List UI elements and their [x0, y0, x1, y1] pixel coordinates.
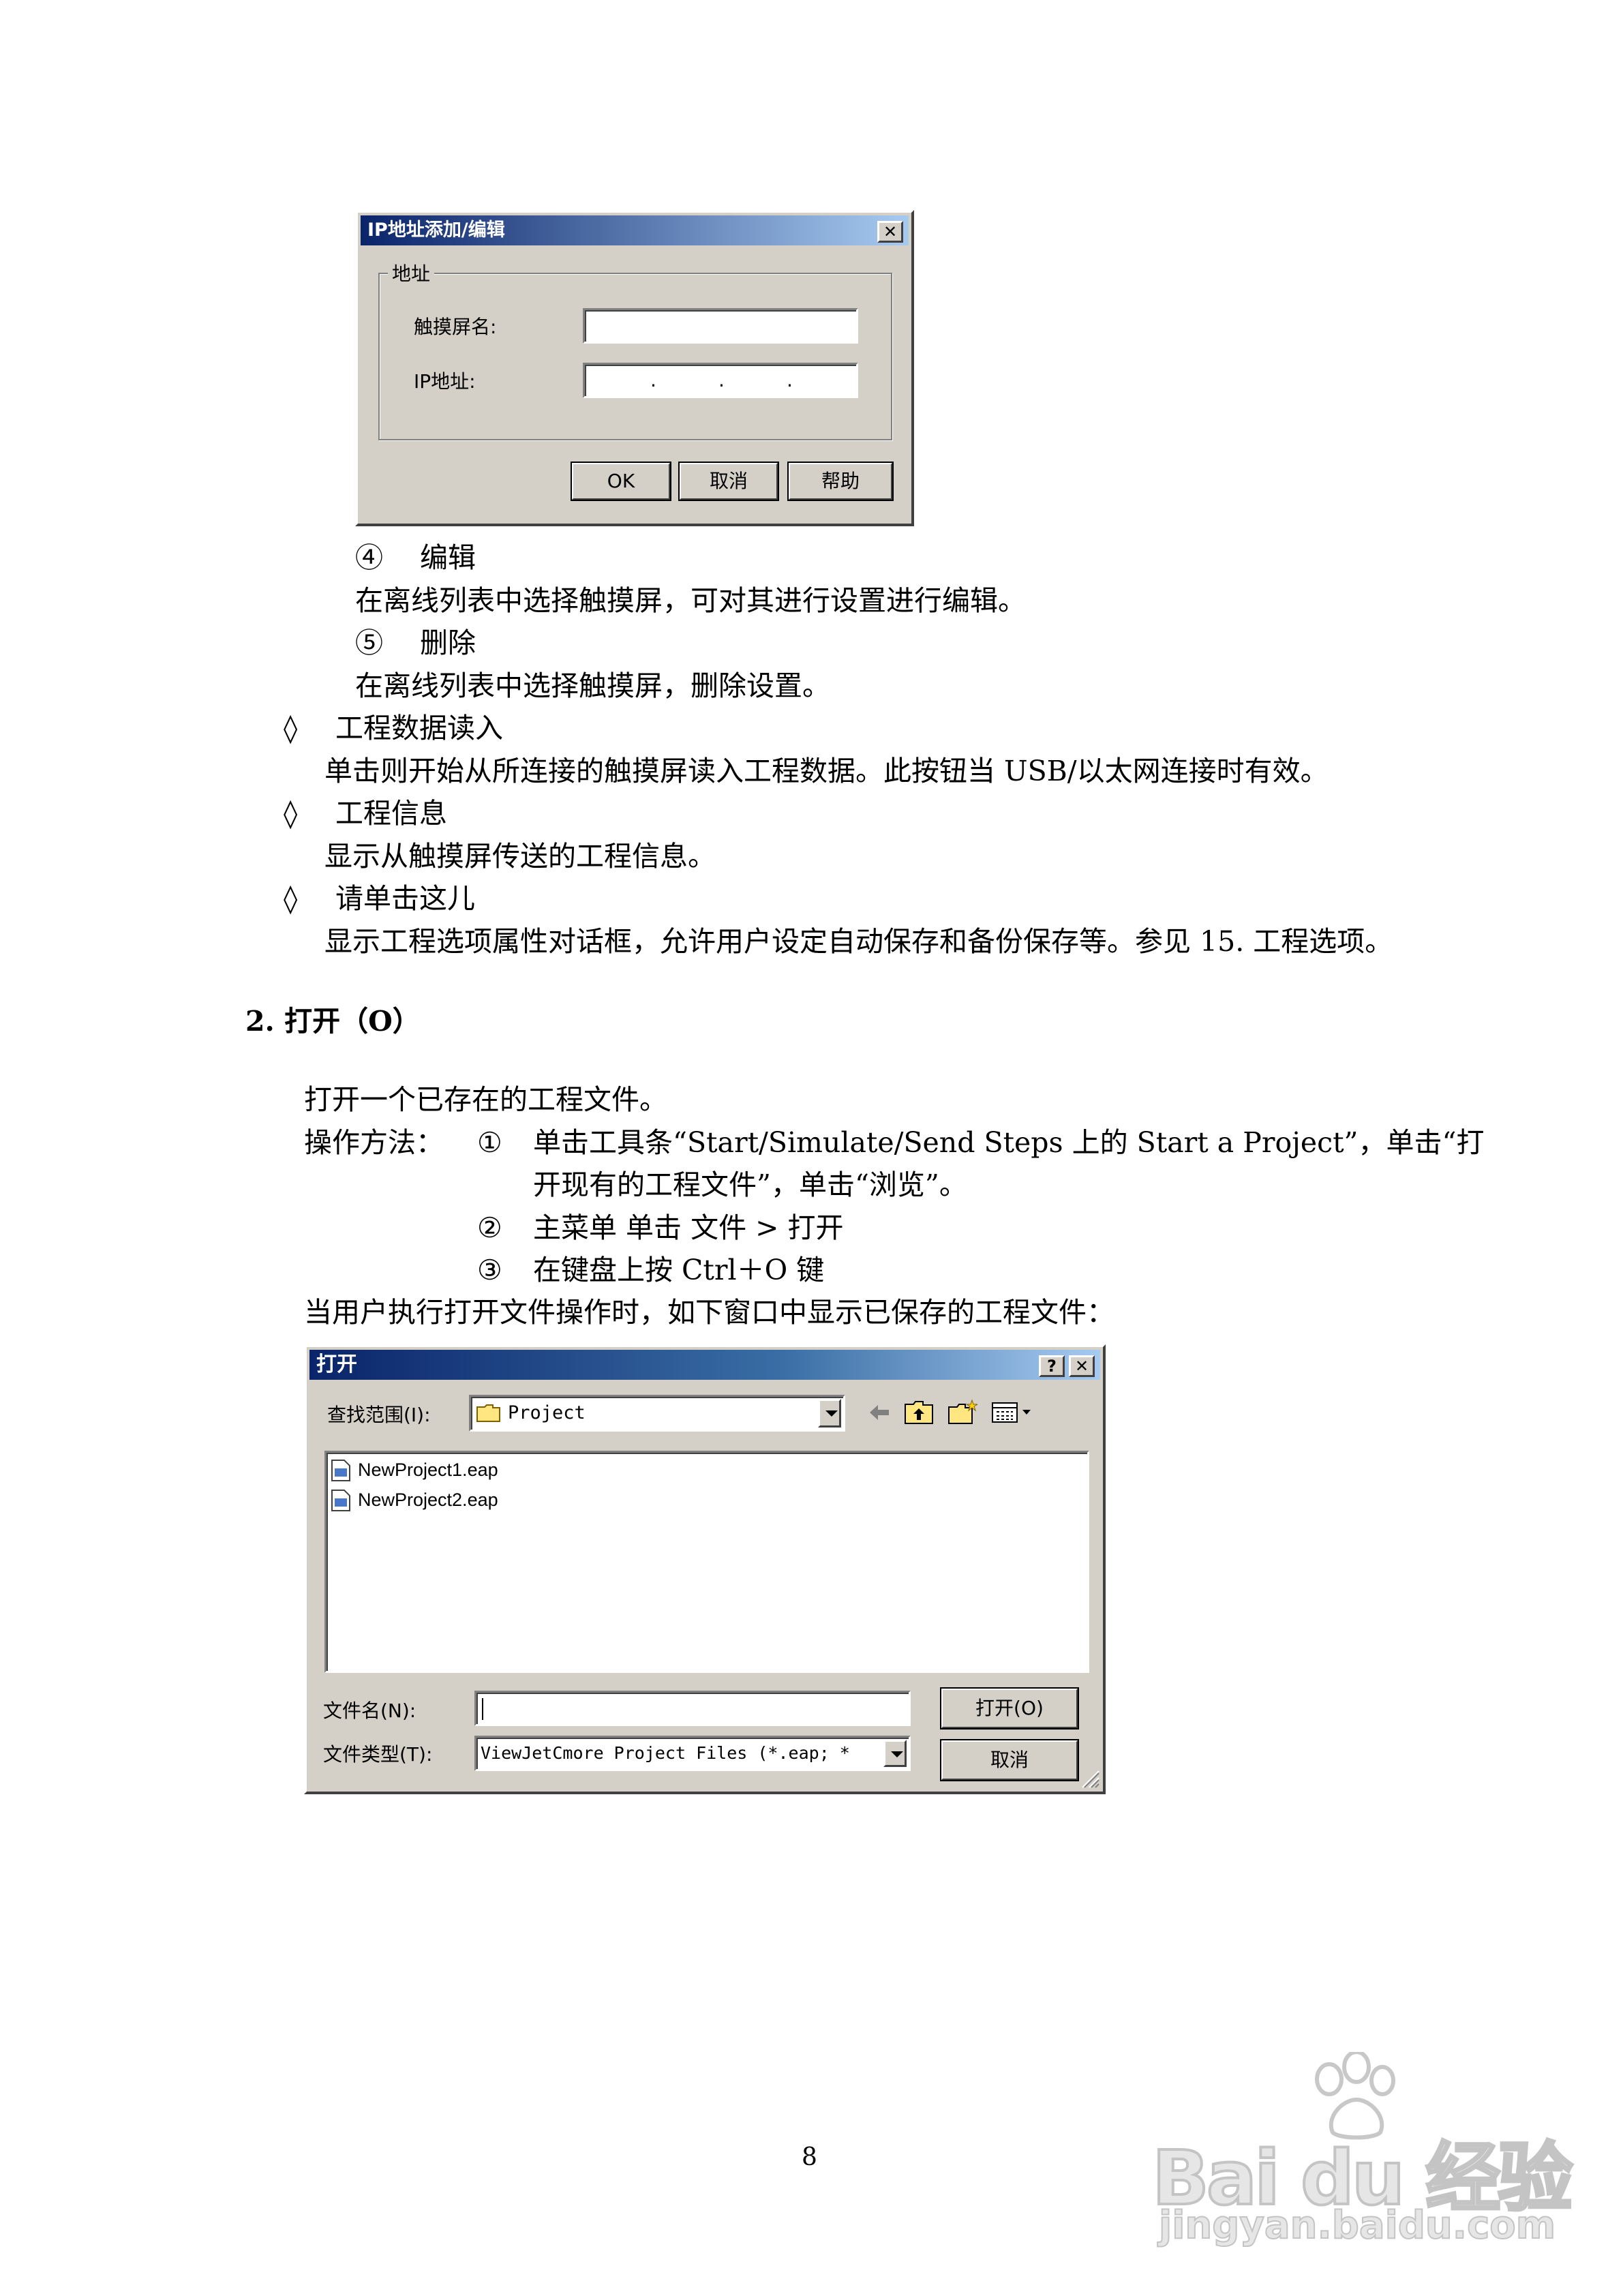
ip-dialog-title: IP地址添加/编辑 — [367, 220, 505, 241]
ip-dot: . — [787, 369, 793, 391]
filename-label: 文件名(N): — [323, 1700, 416, 1722]
open-file-dialog: 打开 ? ✕ 查找范围(I): Project NewProject1.eap … — [304, 1344, 1106, 1794]
new-folder-icon[interactable] — [947, 1399, 977, 1426]
step-text: 在键盘上按 Ctrl＋O 键 — [533, 1254, 825, 1286]
resize-grip-icon[interactable] — [1078, 1767, 1100, 1789]
file-list[interactable]: NewProject1.eap NewProject2.eap — [324, 1451, 1089, 1673]
bullet-title-project-info: 工程信息 — [335, 797, 447, 830]
ip-address-dialog: IP地址添加/编辑 ✕ 地址 触摸屏名: IP地址: . . . OK 取消 帮… — [355, 210, 914, 526]
open-button[interactable]: 打开(O) — [940, 1687, 1079, 1729]
method-label: 操作方法： — [304, 1126, 444, 1159]
filetype-value: ViewJetCmore Project Files (*.eap; * — [481, 1743, 850, 1763]
delete-description: 在离线列表中选择触摸屏，删除设置。 — [355, 669, 830, 702]
open-note: 当用户执行打开文件操作时，如下窗口中显示已保存的工程文件： — [304, 1296, 1114, 1329]
cancel-button[interactable]: 取消 — [678, 462, 779, 501]
step-number: ② — [477, 1211, 502, 1244]
help-button[interactable]: 帮助 — [787, 462, 894, 501]
step-text: 开现有的工程文件”，单击“浏览”。 — [533, 1168, 967, 1201]
ip-dot: . — [718, 369, 725, 391]
page-number: 8 — [802, 2143, 817, 2171]
file-name: NewProject1.eap — [358, 1460, 498, 1480]
section-title: 2. 打开（O） — [245, 1005, 421, 1038]
bullet-mark: ◊ — [284, 797, 298, 830]
ip-address-label: IP地址: — [414, 370, 476, 393]
close-icon[interactable]: ✕ — [1069, 1355, 1095, 1377]
file-name: NewProject2.eap — [358, 1490, 498, 1510]
bullet-desc-click-here: 显示工程选项属性对话框，允许用户设定自动保存和备份保存等。参见 15. 工程选项… — [324, 925, 1393, 958]
step-number: ③ — [477, 1254, 502, 1286]
filetype-label: 文件类型(T): — [323, 1743, 433, 1766]
bullet-desc-project-info: 显示从触摸屏传送的工程信息。 — [324, 840, 716, 873]
open-dialog-titlebar: 打开 ? ✕ — [309, 1350, 1100, 1380]
step-number: ① — [477, 1126, 502, 1159]
folder-icon — [476, 1404, 500, 1422]
open-intro: 打开一个已存在的工程文件。 — [304, 1083, 667, 1116]
edit-heading: ④ 编辑 — [355, 541, 476, 574]
cancel-button[interactable]: 取消 — [940, 1739, 1079, 1781]
open-dialog-title: 打开 — [316, 1353, 357, 1376]
ok-button[interactable]: OK — [571, 462, 671, 501]
address-group-title: 地址 — [388, 259, 435, 286]
ip-dialog-titlebar: IP地址添加/编辑 ✕ — [361, 215, 909, 245]
help-icon[interactable]: ? — [1039, 1355, 1065, 1377]
address-group: 地址 触摸屏名: IP地址: . . . — [378, 259, 892, 440]
touchscreen-name-label: 触摸屏名: — [414, 316, 497, 338]
filetype-dropdown[interactable]: ViewJetCmore Project Files (*.eap; * — [474, 1736, 911, 1771]
delete-heading: ⑤ 删除 — [355, 626, 476, 659]
touchscreen-name-input[interactable] — [583, 308, 858, 344]
close-icon[interactable]: ✕ — [877, 221, 903, 243]
chevron-down-icon[interactable] — [883, 1740, 907, 1767]
step-text: 单击工具条“Start/Simulate/Send Steps 上的 Start… — [533, 1126, 1485, 1159]
bullet-title-click-here: 请单击这儿 — [335, 882, 475, 915]
list-item[interactable]: NewProject2.eap — [331, 1487, 603, 1514]
view-menu-icon[interactable] — [991, 1399, 1035, 1426]
bullet-desc-read-data: 单击则开始从所连接的触摸屏读入工程数据。此按钮当 USB/以太网连接时有效。 — [324, 755, 1329, 787]
look-in-dropdown[interactable]: Project — [469, 1395, 845, 1432]
back-arrow-icon[interactable] — [866, 1399, 893, 1426]
ip-dot: . — [650, 369, 656, 391]
step-text: 主菜单 单击 文件 > 打开 — [533, 1211, 844, 1244]
watermark-url: jingyan.baidu.com — [1158, 2203, 1556, 2248]
file-icon — [331, 1460, 350, 1481]
edit-description: 在离线列表中选择触摸屏，可对其进行设置进行编辑。 — [355, 584, 1026, 617]
bullet-title-read-data: 工程数据读入 — [335, 712, 503, 744]
bullet-mark: ◊ — [284, 882, 298, 915]
up-folder-icon[interactable] — [904, 1399, 934, 1426]
look-in-value: Project — [508, 1402, 586, 1423]
text-cursor — [482, 1698, 483, 1720]
filename-input[interactable] — [474, 1691, 911, 1726]
baidu-watermark: Bai du 经验 jingyan.baidu.com — [1151, 2052, 1575, 2256]
chevron-down-icon[interactable] — [818, 1399, 841, 1428]
ip-address-input[interactable]: . . . — [583, 363, 858, 398]
list-item[interactable]: NewProject1.eap — [331, 1457, 603, 1484]
bullet-mark: ◊ — [284, 712, 298, 744]
look-in-label: 查找范围(I): — [327, 1404, 431, 1426]
file-icon — [331, 1490, 350, 1511]
